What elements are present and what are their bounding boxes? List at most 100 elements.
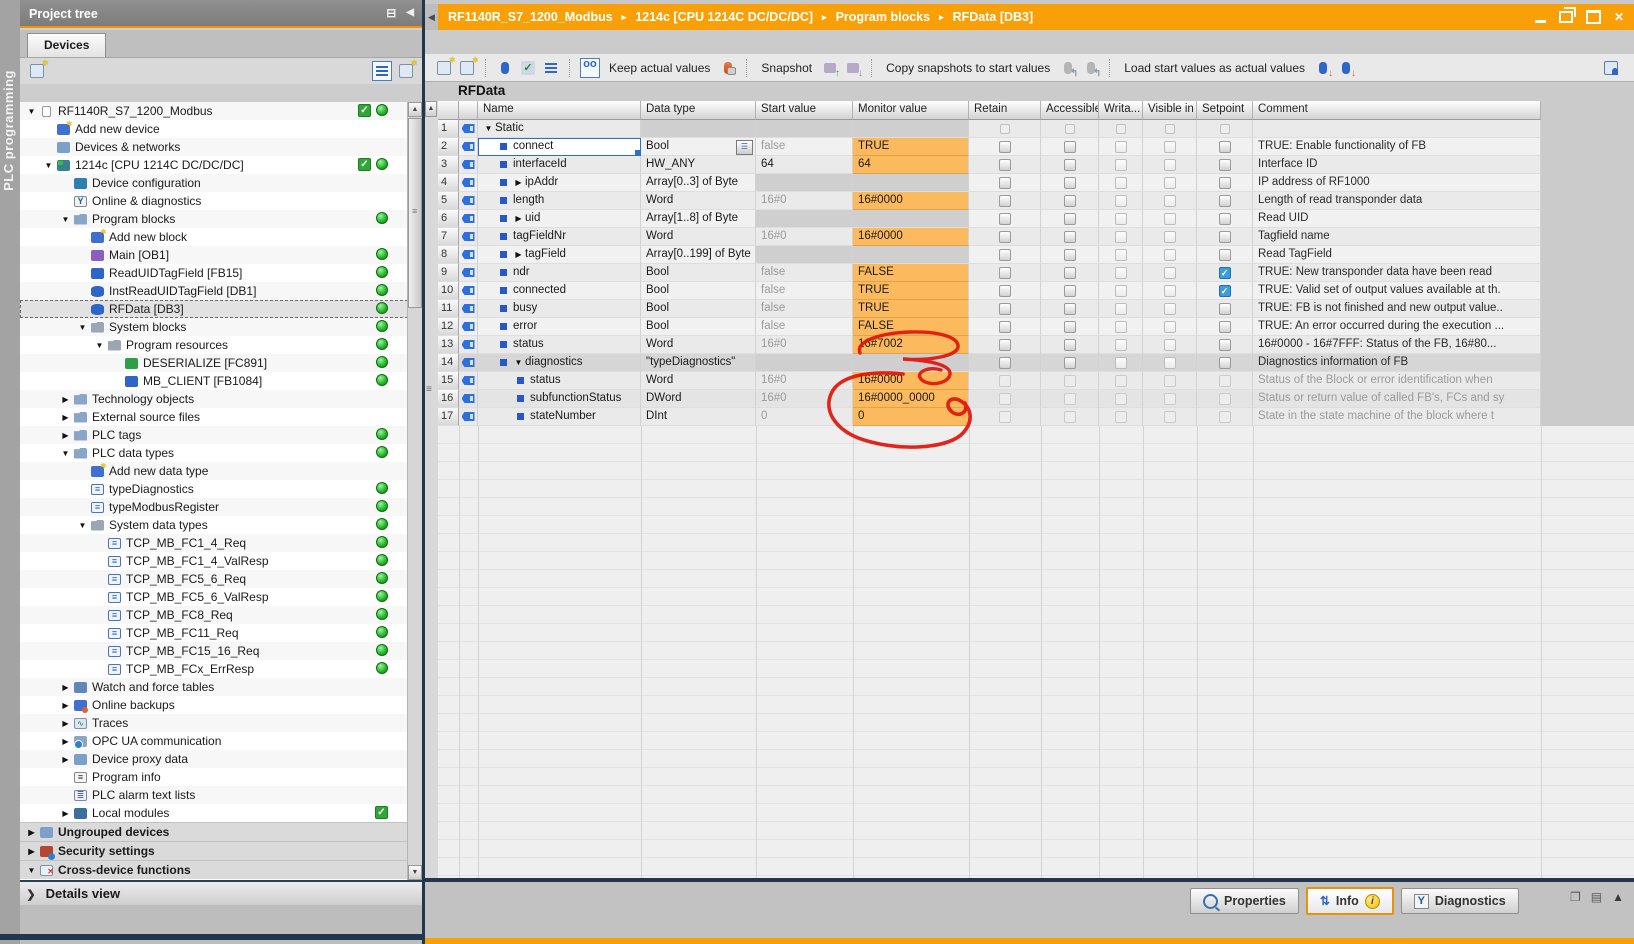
accessible-checkbox[interactable]	[1064, 375, 1076, 387]
row-number[interactable]: 13	[438, 336, 459, 354]
name-cell[interactable]: ndr	[478, 264, 641, 282]
start-value-cell[interactable]: 16#0	[756, 228, 853, 246]
visible-checkbox[interactable]	[1164, 267, 1176, 279]
tree-expander-icon[interactable]: ▶	[60, 755, 71, 764]
editor-left-scroll-strip[interactable]: ▲ ≡	[425, 101, 439, 878]
row-number[interactable]: 9	[438, 264, 459, 282]
comment-cell[interactable]: TRUE: Valid set of output values availab…	[1253, 282, 1541, 300]
data-type-cell[interactable]: Bool	[641, 264, 756, 282]
visible-checkbox[interactable]	[1164, 195, 1176, 207]
name-cell[interactable]: status	[478, 336, 641, 354]
visible-checkbox[interactable]	[1164, 411, 1176, 423]
writable-checkbox[interactable]	[1116, 124, 1126, 134]
start-value-cell[interactable]	[756, 210, 853, 228]
data-type-cell[interactable]: Word	[641, 372, 756, 390]
start-value-cell[interactable]: false	[756, 138, 853, 156]
retain-checkbox[interactable]	[999, 159, 1011, 171]
tree-expander-icon[interactable]: ▶	[26, 847, 37, 856]
setpoint-checkbox[interactable]	[1219, 393, 1231, 405]
row-number[interactable]: 3	[438, 156, 459, 174]
tree-item-mb-client-fb1084[interactable]: MB_CLIENT [FB1084]	[20, 372, 408, 390]
writable-checkbox[interactable]	[1115, 141, 1127, 153]
column-header-retain[interactable]: Retain	[969, 101, 1041, 120]
comment-cell[interactable]: Status of the Block or error identificat…	[1253, 372, 1541, 390]
accessible-checkbox[interactable]	[1064, 213, 1076, 225]
setpoint-checkbox[interactable]	[1219, 231, 1231, 243]
tree-expander-icon[interactable]: ▶	[60, 809, 71, 818]
data-type-cell[interactable]: Array[1..8] of Byte	[641, 210, 756, 228]
accessible-checkbox[interactable]	[1064, 321, 1076, 333]
monitor-all-icon[interactable]	[580, 58, 600, 78]
start-value-cell[interactable]: false	[756, 282, 853, 300]
name-cell[interactable]: status	[478, 372, 641, 390]
visible-checkbox[interactable]	[1164, 141, 1176, 153]
start-value-cell[interactable]	[756, 120, 853, 138]
diagnostics-tab[interactable]: Y Diagnostics	[1401, 888, 1519, 914]
column-header-start-value[interactable]: Start value	[756, 101, 853, 120]
breadcrumb-segment[interactable]: 1214c [CPU 1214C DC/DC/DC]	[635, 10, 813, 24]
writable-checkbox[interactable]	[1115, 339, 1127, 351]
tree-expander-icon[interactable]: ▶	[60, 737, 71, 746]
copy-snapshot-icon[interactable]	[1059, 59, 1077, 77]
data-type-cell[interactable]: "typeDiagnostics"	[641, 354, 756, 372]
tree-expander-icon[interactable]: ▼	[26, 866, 37, 875]
data-type-cell[interactable]: Word	[641, 336, 756, 354]
retain-checkbox[interactable]	[999, 249, 1011, 261]
tree-item-watch-and-force-tables[interactable]: ▶Watch and force tables	[20, 678, 408, 696]
keep-actual-values-label[interactable]: Keep actual values	[609, 61, 710, 75]
setpoint-checkbox[interactable]	[1219, 177, 1231, 189]
name-cell[interactable]: stateNumber	[478, 408, 641, 426]
visible-checkbox[interactable]	[1164, 393, 1176, 405]
tree-expander-icon[interactable]: ▼	[26, 107, 37, 116]
data-type-cell[interactable]: Array[0..3] of Byte	[641, 174, 756, 192]
tree-item-system-data-types[interactable]: ▼System data types	[20, 516, 408, 534]
comment-cell[interactable]	[1253, 120, 1541, 138]
visible-checkbox[interactable]	[1164, 339, 1176, 351]
breadcrumb-segment[interactable]: RFData [DB3]	[953, 10, 1034, 24]
comment-cell[interactable]: State in the state machine of the block …	[1253, 408, 1541, 426]
name-cell[interactable]: interfaceId	[478, 156, 641, 174]
accessible-checkbox[interactable]	[1064, 141, 1076, 153]
accessible-checkbox[interactable]	[1064, 231, 1076, 243]
tree-expander-icon[interactable]: ▶	[60, 683, 71, 692]
row-number[interactable]: 15	[438, 372, 459, 390]
tree-expander-icon[interactable]: ▶	[60, 719, 71, 728]
name-cell[interactable]: ▶tagField	[478, 246, 641, 264]
tree-item-main-ob1[interactable]: Main [OB1]	[20, 246, 408, 264]
comment-cell[interactable]: Read UID	[1253, 210, 1541, 228]
column-header-comment[interactable]: Comment	[1253, 101, 1541, 120]
tree-item-1214c-cpu-1214c-dc-dc-dc[interactable]: ▼1214c [CPU 1214C DC/DC/DC]✓	[20, 156, 408, 174]
start-value-cell[interactable]: 16#0	[756, 390, 853, 408]
accessible-checkbox[interactable]	[1064, 357, 1076, 369]
accessible-checkbox[interactable]	[1064, 267, 1076, 279]
tree-item-instreaduidtagfield-db1[interactable]: InstReadUIDTagField [DB1]	[20, 282, 408, 300]
project-tree-scrollbar[interactable]: ▲ ▼	[407, 102, 422, 880]
tree-item-add-new-device[interactable]: Add new device	[20, 120, 408, 138]
name-cell[interactable]: error	[478, 318, 641, 336]
name-cell[interactable]: busy	[478, 300, 641, 318]
column-header-name[interactable]: Name	[478, 101, 641, 120]
row-number[interactable]: 4	[438, 174, 459, 192]
info-tab[interactable]: ⇅ Info i	[1306, 887, 1394, 915]
writable-checkbox[interactable]	[1115, 357, 1127, 369]
start-value-cell[interactable]: 64	[756, 156, 853, 174]
tree-item-tcp-mb-fc5-6-valresp[interactable]: TCP_MB_FC5_6_ValResp	[20, 588, 408, 606]
name-cell[interactable]: connect	[478, 138, 641, 156]
collapse-panel-icon[interactable]: ◀	[406, 0, 414, 27]
update-interface-icon[interactable]	[519, 59, 537, 77]
accessible-checkbox[interactable]	[1064, 411, 1076, 423]
writable-checkbox[interactable]	[1115, 285, 1127, 297]
retain-checkbox[interactable]	[999, 231, 1011, 243]
minimize-icon[interactable]	[1535, 20, 1546, 23]
row-number[interactable]: 1	[438, 120, 459, 138]
data-type-cell[interactable]: DWord	[641, 390, 756, 408]
accessible-checkbox[interactable]	[1064, 195, 1076, 207]
data-type-cell[interactable]: DInt	[641, 408, 756, 426]
row-expander-icon[interactable]: ▶	[513, 174, 524, 191]
configure-columns-icon[interactable]	[397, 62, 415, 80]
comment-cell[interactable]: Diagnostics information of FB	[1253, 354, 1541, 372]
tree-item-add-new-block[interactable]: Add new block	[20, 228, 408, 246]
tree-item-plc-tags[interactable]: ▶PLC tags	[20, 426, 408, 444]
start-value-cell[interactable]: 16#0	[756, 336, 853, 354]
row-number[interactable]: 10	[438, 282, 459, 300]
